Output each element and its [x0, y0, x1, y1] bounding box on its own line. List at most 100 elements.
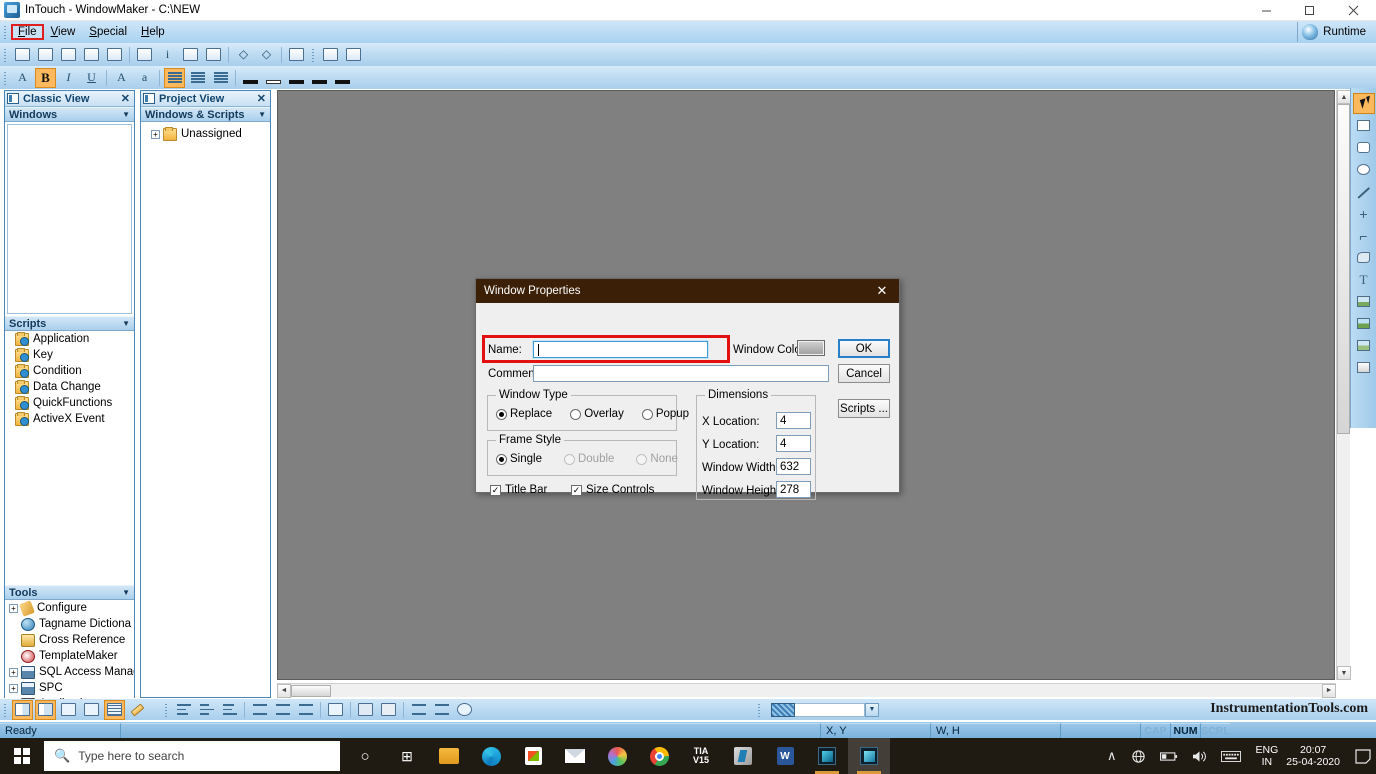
align-left-icon[interactable]: [164, 67, 185, 88]
tree-item[interactable]: Cross Reference: [5, 632, 134, 648]
blink-color-icon[interactable]: [332, 68, 353, 88]
chevron-down-icon[interactable]: ▼: [258, 110, 266, 119]
chevron-down-icon[interactable]: ▼: [122, 319, 130, 328]
switch-icon[interactable]: [343, 45, 364, 65]
save-all-icon[interactable]: [81, 45, 102, 65]
name-input[interactable]: [532, 340, 709, 359]
section-scripts-header[interactable]: Scripts ▼: [5, 316, 134, 331]
flip-vertical-icon[interactable]: [431, 700, 452, 720]
expander-icon[interactable]: +: [9, 603, 18, 613]
underline-icon[interactable]: U: [81, 68, 102, 88]
windows-list[interactable]: [7, 124, 132, 314]
rounded-rectangle-tool[interactable]: [1353, 137, 1375, 158]
classic-view-icon[interactable]: [12, 699, 33, 720]
cortana-icon[interactable]: ○: [344, 738, 386, 774]
radio-popup[interactable]: Popup: [641, 408, 689, 420]
menu-view[interactable]: View: [44, 24, 83, 40]
mail-icon[interactable]: [554, 738, 596, 774]
comment-input[interactable]: [533, 365, 829, 382]
send-back-icon[interactable]: [378, 700, 399, 720]
scroll-thumb-vertical[interactable]: [1337, 104, 1350, 434]
polygon-tool[interactable]: [1353, 247, 1375, 268]
grow-font-icon[interactable]: A: [111, 68, 132, 88]
arrange-right-icon[interactable]: ◇: [256, 45, 277, 65]
tree-item[interactable]: Tagname Dictiona: [5, 616, 134, 632]
canvas-vscrollbar[interactable]: ▲ ▼: [1336, 90, 1351, 680]
color-pattern-swatch[interactable]: [771, 702, 795, 717]
scroll-up-icon[interactable]: ▲: [1337, 90, 1351, 104]
window-width-input[interactable]: 632: [776, 458, 811, 475]
menu-help[interactable]: Help: [134, 24, 172, 40]
runtime-icon[interactable]: [320, 45, 341, 65]
grid-select-icon[interactable]: [81, 700, 102, 720]
italic-icon[interactable]: I: [58, 68, 79, 88]
polyline-tool[interactable]: ⌐: [1353, 225, 1375, 246]
line-color-icon[interactable]: [240, 68, 261, 88]
button-tool[interactable]: [1353, 357, 1375, 378]
language-indicator[interactable]: ENG IN: [1256, 744, 1279, 768]
tia-portal-v15-icon[interactable]: TIA V15: [680, 738, 722, 774]
tree-item[interactable]: + Unassigned: [141, 126, 270, 142]
tree-item[interactable]: + SQL Access Manag: [5, 664, 134, 680]
tree-item[interactable]: TemplateMaker: [5, 648, 134, 664]
chrome-icon[interactable]: [638, 738, 680, 774]
open-window-icon[interactable]: [35, 45, 56, 65]
align-bottom-icon[interactable]: [219, 700, 240, 720]
intouch-window-viewer-icon[interactable]: [806, 738, 848, 774]
toolbar-grip-handle[interactable]: [2, 46, 9, 63]
ok-button[interactable]: OK: [838, 339, 890, 358]
flip-horizontal-icon[interactable]: [408, 700, 429, 720]
chevron-down-icon[interactable]: ▼: [865, 702, 879, 717]
scroll-left-icon[interactable]: ◄: [277, 683, 291, 698]
show-grid-icon[interactable]: [104, 699, 125, 720]
show-hidden-icons-chevron[interactable]: ∧: [1107, 748, 1117, 764]
minimize-button[interactable]: [1245, 0, 1288, 21]
radio-replace[interactable]: Replace: [496, 408, 552, 420]
classic-view-header[interactable]: Classic View ✕: [5, 91, 134, 107]
maximize-button[interactable]: [1288, 0, 1331, 21]
list-item[interactable]: Application: [5, 331, 134, 347]
select-tool[interactable]: [1352, 93, 1375, 114]
list-item[interactable]: QuickFunctions: [5, 395, 134, 411]
bold-icon[interactable]: B: [35, 67, 56, 88]
checkbox-title-bar[interactable]: ✓ Title Bar: [490, 484, 547, 496]
project-view-close-icon[interactable]: ✕: [257, 92, 266, 105]
task-view-icon[interactable]: ⊞: [386, 738, 428, 774]
app-icon-grey[interactable]: [722, 738, 764, 774]
word-icon[interactable]: W: [764, 738, 806, 774]
action-center-icon[interactable]: [1350, 748, 1376, 764]
align-top-icon[interactable]: [173, 700, 194, 720]
rotate-icon[interactable]: [454, 700, 475, 720]
redo-icon[interactable]: [203, 45, 224, 65]
list-item[interactable]: Condition: [5, 363, 134, 379]
duplicate-icon[interactable]: [134, 45, 155, 65]
bottom-grip-handle-2[interactable]: [163, 701, 170, 718]
radio-overlay[interactable]: Overlay: [570, 408, 624, 420]
battery-icon[interactable]: [1159, 751, 1178, 762]
tree-item[interactable]: + SPC: [5, 680, 134, 696]
space-across-icon[interactable]: [249, 700, 270, 720]
search-input[interactable]: 🔍 Type here to search: [44, 741, 340, 771]
project-view-header[interactable]: Project View ✕: [141, 91, 270, 107]
menu-file[interactable]: File: [11, 24, 44, 40]
tree-item[interactable]: + Configure: [5, 600, 134, 617]
window-color-icon[interactable]: [309, 68, 330, 88]
text-color-icon[interactable]: [286, 68, 307, 88]
scroll-thumb-horizontal[interactable]: [291, 684, 331, 697]
x-location-input[interactable]: 4: [776, 412, 811, 429]
scroll-track-vertical[interactable]: [1337, 434, 1350, 666]
scroll-right-icon[interactable]: ►: [1322, 683, 1336, 698]
ellipse-tool[interactable]: [1353, 159, 1375, 180]
checkbox-size-controls[interactable]: ✓ Size Controls: [571, 484, 654, 496]
h-v-line-tool[interactable]: +: [1353, 203, 1375, 224]
ruler-icon[interactable]: [127, 700, 148, 720]
project-view-icon[interactable]: [35, 699, 56, 720]
new-window-icon[interactable]: [12, 45, 33, 65]
color-value-field[interactable]: [795, 702, 865, 717]
chevron-down-icon[interactable]: ▼: [122, 110, 130, 119]
start-button[interactable]: [0, 738, 44, 774]
classic-view-close-icon[interactable]: ✕: [121, 92, 130, 105]
dialog-close-icon[interactable]: ✕: [865, 279, 899, 303]
file-explorer-icon[interactable]: [428, 738, 470, 774]
space-down-icon[interactable]: [272, 700, 293, 720]
